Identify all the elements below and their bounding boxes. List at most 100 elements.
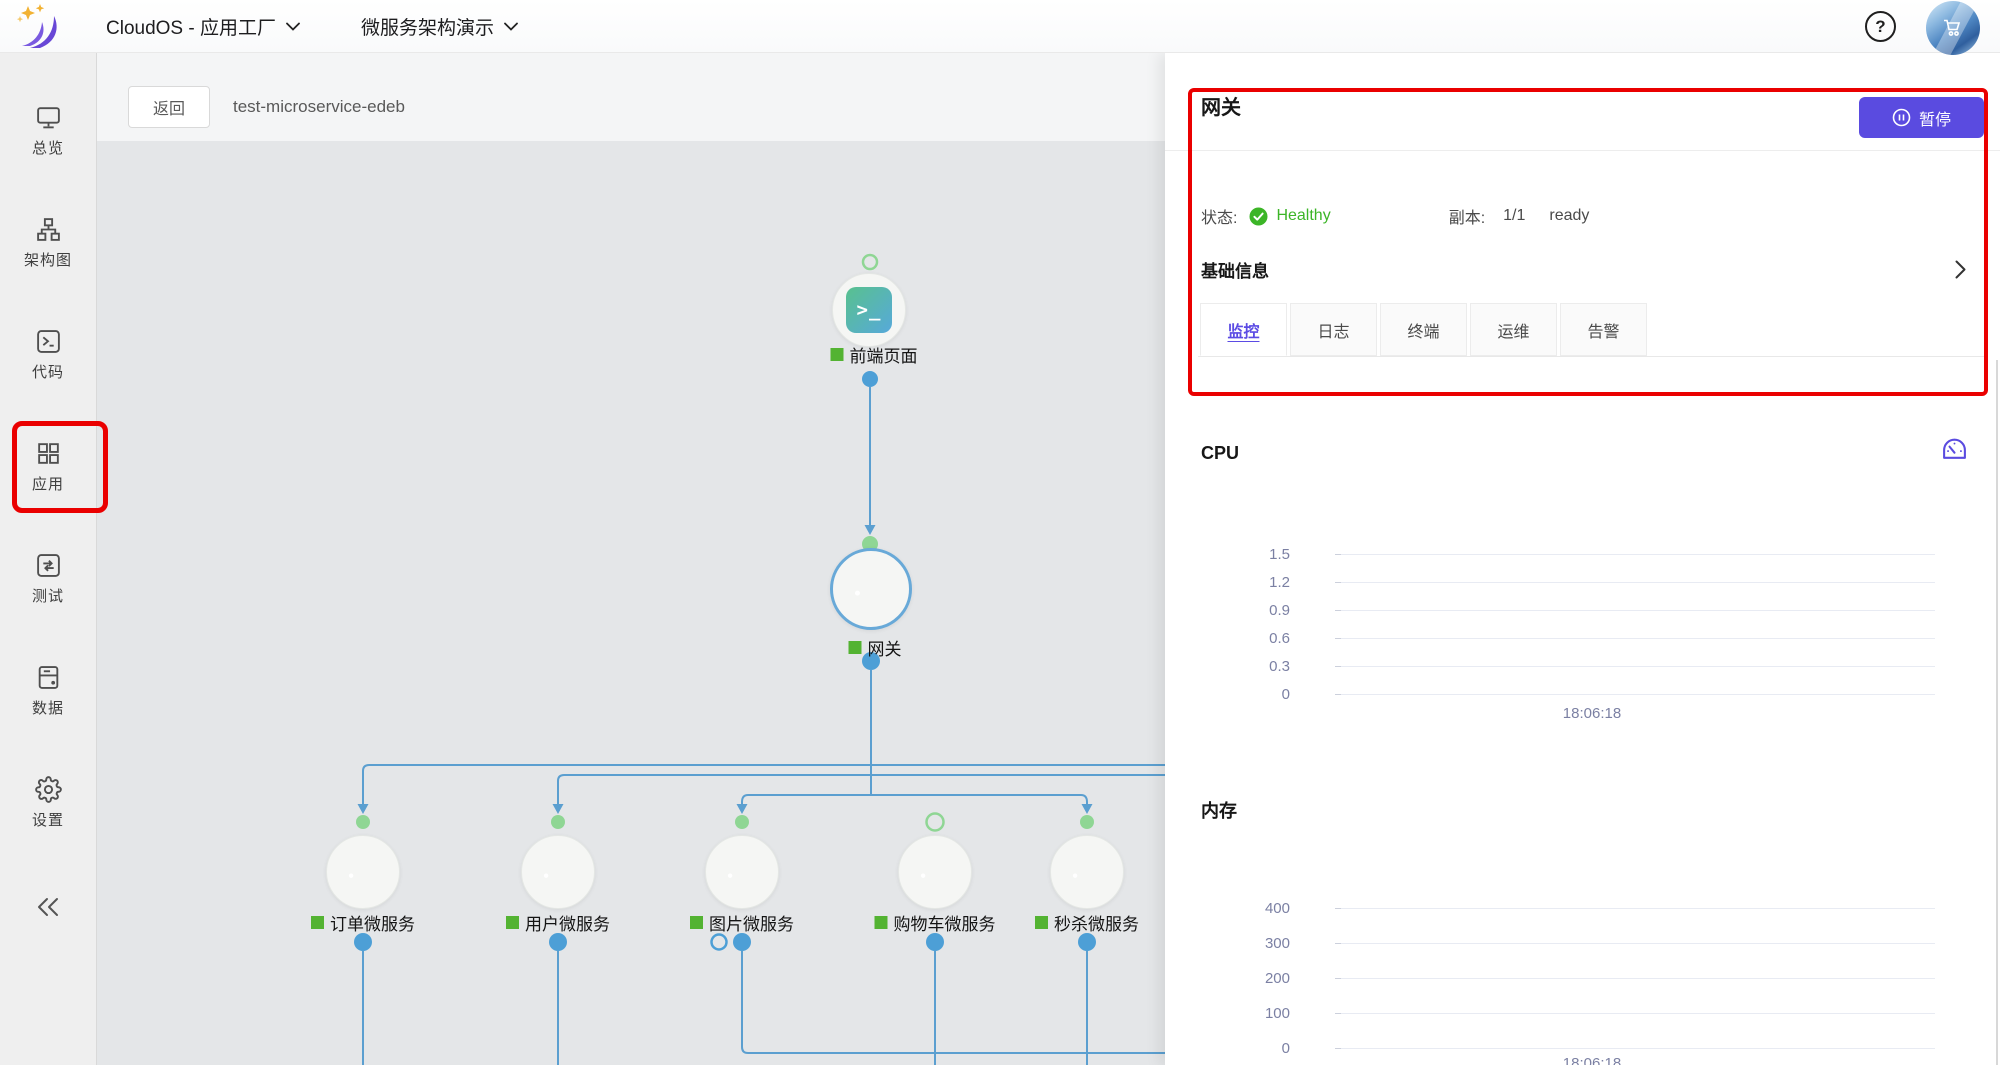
tab-logs[interactable]: 日志 xyxy=(1290,303,1377,356)
replicas-state: ready xyxy=(1549,207,1589,225)
sidebar-item-apps[interactable]: 应用 xyxy=(0,440,96,494)
avatar[interactable] xyxy=(1926,1,1980,55)
sidebar-item-label: 总览 xyxy=(32,137,64,158)
divider xyxy=(1165,150,2000,151)
node-label-order: 订单微服务 xyxy=(311,910,415,935)
sidebar-collapse-button[interactable] xyxy=(0,896,96,918)
status-label: 状态: xyxy=(1201,204,1237,228)
docker-whale-icon xyxy=(846,569,896,609)
gauge-icon[interactable] xyxy=(1941,436,1968,461)
tab-alerts[interactable]: 告警 xyxy=(1560,303,1647,356)
grid-row: 1.5 xyxy=(1210,545,1935,563)
gear-icon xyxy=(35,776,62,803)
tab-ops[interactable]: 运维 xyxy=(1470,303,1557,356)
gridline xyxy=(1341,582,1935,583)
status-square-icon xyxy=(690,916,703,929)
gridline xyxy=(1341,694,1935,695)
node-cart[interactable] xyxy=(898,835,972,909)
docker-whale-icon xyxy=(1065,854,1109,890)
grid-icon xyxy=(35,440,62,467)
y-tick-label: 0.9 xyxy=(1210,602,1290,619)
page-toolbar: 返回 test-microservice-edeb xyxy=(97,53,1165,141)
gridline xyxy=(1341,666,1935,667)
gridline xyxy=(1341,978,1935,979)
app-title: CloudOS - 应用工厂 xyxy=(106,13,276,40)
node-label-image: 图片微服务 xyxy=(690,910,794,935)
docker-whale-icon xyxy=(720,854,764,890)
workspace-title: 微服务架构演示 xyxy=(361,13,494,40)
node-label-seckill: 秒杀微服务 xyxy=(1035,910,1139,935)
panel-scrollbar[interactable] xyxy=(1996,360,1998,1065)
status-row: 状态: Healthy 副本: 1/1 ready xyxy=(1201,204,1589,228)
sidebar-item-settings[interactable]: 设置 xyxy=(0,776,96,830)
y-tick-label: 0 xyxy=(1210,1040,1290,1057)
chevron-down-icon xyxy=(504,22,518,31)
status-square-icon xyxy=(506,916,519,929)
chevron-right-icon xyxy=(1955,260,1966,279)
x-tick-label: 18:06:18 xyxy=(1532,1055,1652,1065)
terminal-icon xyxy=(35,328,62,355)
memory-section-title: 内存 xyxy=(1201,797,1237,823)
grid-row: 0.3 xyxy=(1210,657,1935,675)
panel-tabs: 监控 日志 终端 运维 告警 xyxy=(1200,303,1650,356)
node-frontend[interactable]: >_ xyxy=(832,273,906,347)
basic-info-toggle[interactable]: 基础信息 xyxy=(1201,257,1966,282)
node-user[interactable] xyxy=(521,835,595,909)
back-button[interactable]: 返回 xyxy=(128,86,210,128)
status-square-icon xyxy=(849,641,862,654)
help-button[interactable]: ? xyxy=(1865,11,1896,42)
detail-panel: 网关 暂停 状态: Healthy 副本: 1/1 ready 基础信息 监控 … xyxy=(1165,53,2000,1065)
sidebar-item-test[interactable]: 测试 xyxy=(0,552,96,606)
grid-row: 200 xyxy=(1210,969,1935,987)
sitemap-icon xyxy=(35,216,62,243)
grid-row: 1.2 xyxy=(1210,573,1935,591)
terminal-app-icon: >_ xyxy=(846,287,892,333)
grid-row: 0 xyxy=(1210,685,1935,703)
node-label-gateway: 网关 xyxy=(849,635,902,660)
sidebar-item-label: 应用 xyxy=(32,473,64,494)
connection-wires xyxy=(97,141,1165,1065)
y-tick-label: 300 xyxy=(1210,935,1290,952)
app-switcher[interactable]: CloudOS - 应用工厂 xyxy=(106,13,300,40)
sidebar-item-label: 代码 xyxy=(32,361,64,382)
double-chevron-left-icon xyxy=(35,896,61,918)
status-square-icon xyxy=(875,916,888,929)
sidebar-item-data[interactable]: 数据 xyxy=(0,664,96,718)
sidebar-item-overview[interactable]: 总览 xyxy=(0,104,96,158)
y-tick-label: 0.3 xyxy=(1210,658,1290,675)
node-image[interactable] xyxy=(705,835,779,909)
database-icon xyxy=(35,664,62,691)
grid-row: 0.6 xyxy=(1210,629,1935,647)
page-title: test-microservice-edeb xyxy=(233,97,405,117)
replicas-label: 副本: xyxy=(1449,204,1485,228)
help-glyph: ? xyxy=(1875,17,1885,37)
sidebar-item-code[interactable]: 代码 xyxy=(0,328,96,382)
node-label-user: 用户微服务 xyxy=(506,910,610,935)
sidebar-item-architecture[interactable]: 架构图 xyxy=(0,216,96,270)
gridline xyxy=(1341,1048,1935,1049)
tab-terminal[interactable]: 终端 xyxy=(1380,303,1467,356)
node-order[interactable] xyxy=(326,835,400,909)
docker-whale-icon xyxy=(536,854,580,890)
gridline xyxy=(1341,1013,1935,1014)
cart-icon xyxy=(1943,19,1963,37)
grid-row: 300 xyxy=(1210,934,1935,952)
app-header: CloudOS - 应用工厂 微服务架构演示 ? xyxy=(0,0,2000,53)
replicas-value: 1/1 xyxy=(1503,207,1525,225)
sidebar-item-label: 架构图 xyxy=(24,249,72,270)
grid-row: 400 xyxy=(1210,899,1935,917)
workspace-switcher[interactable]: 微服务架构演示 xyxy=(361,13,518,40)
y-tick-label: 0 xyxy=(1210,686,1290,703)
monitor-icon xyxy=(35,104,62,131)
gridline xyxy=(1341,610,1935,611)
grid-row: 0.9 xyxy=(1210,601,1935,619)
y-tick-label: 100 xyxy=(1210,1005,1290,1022)
node-gateway[interactable] xyxy=(830,548,912,630)
y-tick-label: 0.6 xyxy=(1210,630,1290,647)
x-tick-label: 18:06:18 xyxy=(1532,705,1652,722)
tab-monitoring[interactable]: 监控 xyxy=(1200,303,1287,356)
node-seckill[interactable] xyxy=(1050,835,1124,909)
status-square-icon xyxy=(1035,916,1048,929)
pause-button[interactable]: 暂停 xyxy=(1859,97,1984,138)
sidebar-item-label: 测试 xyxy=(32,585,64,606)
